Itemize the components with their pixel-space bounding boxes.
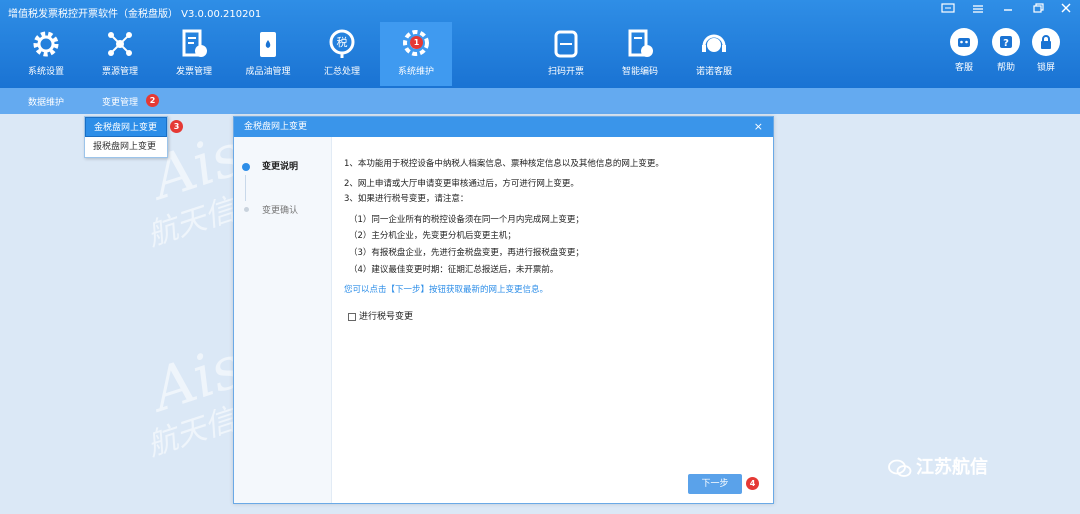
oil-icon — [260, 32, 276, 57]
change-management-dropdown: 金税盘网上变更 报税盘网上变更 — [84, 116, 168, 158]
window-title: 增值税发票税控开票软件（金税盘版） V3.0.00.210201 — [8, 9, 262, 20]
close-icon[interactable] — [1056, 3, 1076, 17]
instruction-line: （2）主分机企业，先变更分机后变更主机； — [349, 231, 516, 241]
message-icon[interactable] — [938, 3, 958, 17]
steps-panel: 变更说明 变更确认 — [234, 137, 332, 503]
hint-text: 您可以点击【下一步】按钮获取最新的网上变更信息。 — [344, 285, 549, 295]
gear-icon — [33, 31, 59, 57]
help-button[interactable]: ? 帮助 — [986, 28, 1026, 73]
svg-text:税: 税 — [337, 35, 348, 49]
nav-smart-code[interactable]: 智能编码 — [604, 22, 676, 86]
nav-label: 汇总处理 — [323, 67, 360, 77]
nav-label: 诺诺客服 — [695, 67, 732, 77]
nav-label: 系统设置 — [27, 67, 64, 77]
nav-label: 帮助 — [996, 63, 1015, 73]
tax-id-change-checkbox[interactable]: 进行税号变更 — [348, 309, 413, 322]
step-label: 变更说明 — [262, 162, 299, 172]
sub-navigation: 数据维护 变更管理 2 — [0, 88, 1080, 114]
network-icon — [108, 32, 132, 56]
step-dot-inactive — [244, 207, 249, 212]
nav-label: 发票管理 — [175, 67, 212, 77]
subnav-change-management[interactable]: 变更管理 — [102, 95, 138, 108]
nav-ticket-source[interactable]: 票源管理 — [84, 22, 156, 86]
step-label: 变更确认 — [262, 206, 299, 216]
help-icon: ? — [992, 28, 1020, 56]
customer-service-button[interactable]: 客服 — [944, 28, 984, 73]
step-badge: 4 — [746, 477, 759, 490]
robot-icon — [950, 28, 978, 56]
headset-icon — [702, 34, 726, 52]
nav-system-settings[interactable]: 系统设置 — [10, 22, 82, 86]
nav-label: 智能编码 — [621, 67, 658, 77]
step-connector — [245, 175, 246, 201]
restore-icon[interactable] — [1028, 3, 1048, 17]
checkbox-box[interactable] — [348, 312, 356, 321]
nav-label: 成品油管理 — [245, 67, 291, 77]
step-badge: 1 — [410, 36, 423, 49]
nav-system-maintenance[interactable]: 系统维护 1 — [380, 22, 452, 86]
instruction-line: （3）有报税盘企业，先进行金税盘变更，再进行报税盘变更； — [349, 248, 584, 258]
instruction-line: 1、本功能用于税控设备中纳税人档案信息、票种核定信息以及其他信息的网上变更。 — [344, 159, 664, 169]
nav-invoice-management[interactable]: 发票管理 — [158, 22, 230, 86]
checkbox-label: 进行税号变更 — [359, 312, 414, 322]
step-badge: 3 — [170, 120, 183, 133]
lock-screen-button[interactable]: 锁屏 — [1026, 28, 1066, 73]
wechat-icon — [888, 459, 912, 477]
step-badge: 2 — [146, 94, 159, 107]
nav-label: 扫码开票 — [547, 67, 584, 77]
nav-customer-service[interactable]: 诺诺客服 — [678, 22, 750, 86]
dialog-header: 金税盘网上变更 × — [234, 117, 773, 137]
menu-icon[interactable] — [968, 3, 988, 17]
nav-summary-processing[interactable]: 税 汇总处理 — [306, 22, 378, 86]
online-change-dialog: 金税盘网上变更 × 变更说明 变更确认 1、本功能用于税控设备中纳税人档案信息、… — [233, 116, 774, 504]
next-step-button[interactable]: 下一步 — [688, 474, 742, 494]
menu-item-golden-tax-change[interactable]: 金税盘网上变更 — [85, 117, 167, 137]
instruction-line: （4）建议最佳变更时期：征期汇总报送后，未开票前。 — [349, 265, 559, 275]
brand-logo: 江苏航信 — [888, 453, 988, 479]
instruction-line: 2、网上申请或大厅申请变更审核通过后，方可进行网上变更。 — [344, 179, 579, 189]
scan-icon — [554, 30, 578, 58]
subnav-data-maintenance[interactable]: 数据维护 — [28, 95, 64, 108]
nav-label: 票源管理 — [101, 67, 138, 77]
dialog-close-button[interactable]: × — [754, 117, 763, 137]
brand-text: 江苏航信 — [916, 457, 988, 478]
minimize-icon[interactable] — [998, 3, 1018, 17]
nav-scan-invoice[interactable]: 扫码开票 — [530, 22, 602, 86]
tax-icon: 税 — [329, 29, 355, 58]
nav-label: 锁屏 — [1036, 63, 1055, 73]
menu-item-tax-report-change[interactable]: 报税盘网上变更 — [85, 137, 167, 157]
invoice-icon — [182, 29, 207, 57]
instruction-line: （1）同一企业所有的税控设备须在同一个月内完成网上变更； — [349, 215, 584, 225]
instruction-line: 3、如果进行税号变更，请注意： — [344, 194, 469, 204]
code-icon — [628, 29, 653, 57]
step-dot-active — [242, 163, 250, 171]
lock-icon — [1032, 28, 1060, 56]
app-header: 增值税发票税控开票软件（金税盘版） V3.0.00.210201 系统设置 票源… — [0, 0, 1080, 88]
nav-label: 系统维护 — [397, 67, 434, 77]
nav-oil-management[interactable]: 成品油管理 — [232, 22, 304, 86]
dialog-title: 金税盘网上变更 — [244, 122, 308, 132]
nav-label: 客服 — [954, 63, 973, 73]
svg-text:?: ? — [1003, 38, 1009, 49]
